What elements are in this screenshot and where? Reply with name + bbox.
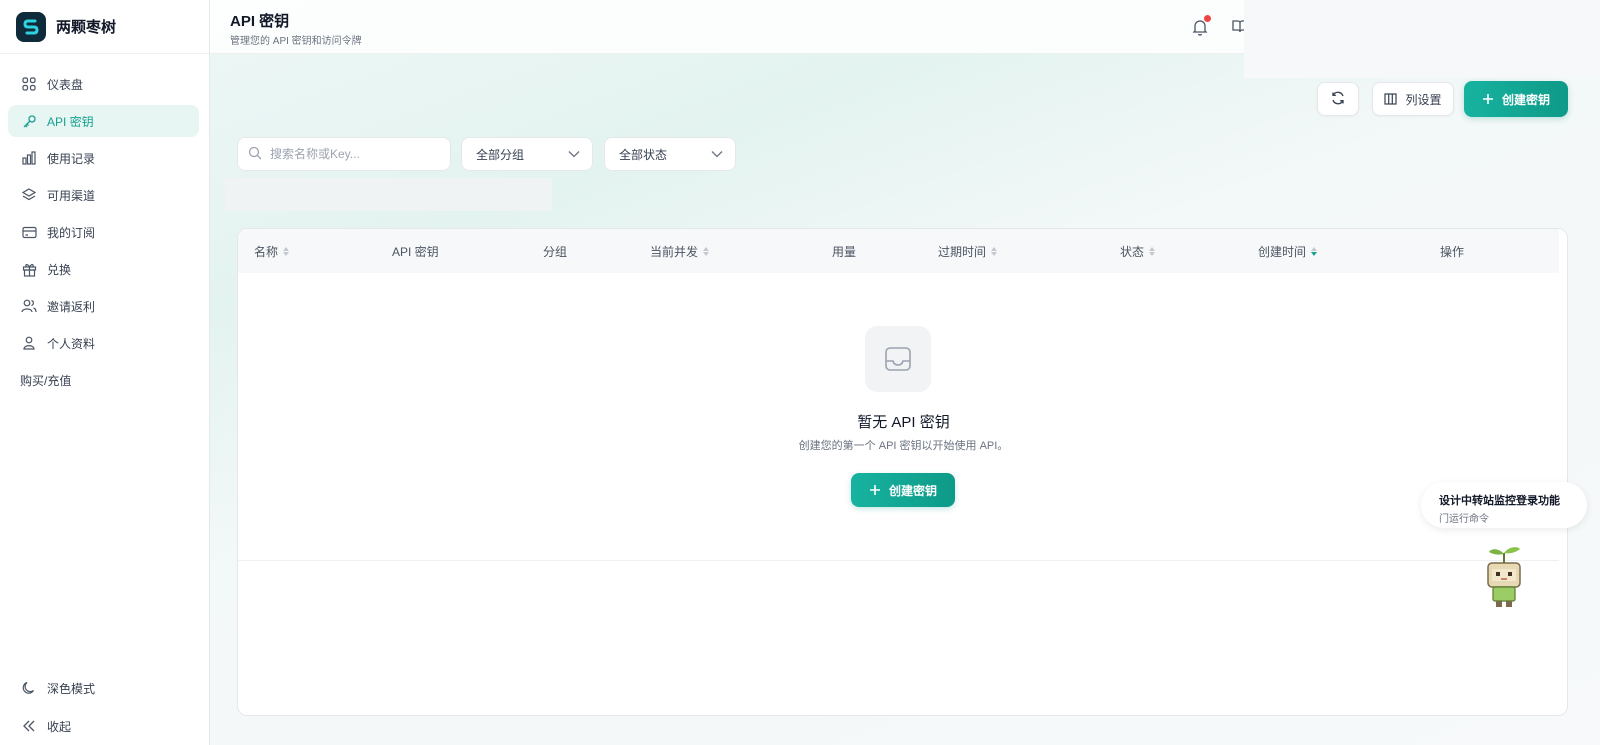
assistant-message-subtitle: 门运行命令 [1439, 514, 1489, 525]
sort-icon [703, 247, 710, 256]
sidebar: 两颗枣树 仪表盘 API 密钥 使用记录 可用渠道 我的订阅 兑换 邀请返利 个… [0, 0, 210, 745]
column-header-label: API 密钥 [392, 245, 439, 259]
column-header-label: 过期时间 [938, 245, 987, 259]
create-key-label: 创建密钥 [1501, 92, 1550, 107]
group-select[interactable]: 全部分组 [461, 137, 593, 171]
sidebar-item-label: 兑换 [47, 262, 72, 277]
sidebar-item-label: 仪表盘 [47, 77, 84, 92]
sort-icon [1149, 247, 1156, 256]
sidebar-item-label: 使用记录 [47, 151, 96, 166]
sidebar-item-usage[interactable]: 使用记录 [8, 142, 199, 174]
sidebar-item-redeem[interactable]: 兑换 [8, 253, 199, 285]
grid-icon [21, 76, 37, 92]
column-settings-button[interactable]: 列设置 [1372, 82, 1454, 116]
sidebar-item-api-keys[interactable]: API 密钥 [8, 105, 199, 137]
placeholder-bar [225, 178, 552, 211]
column-header-concurrency[interactable]: 当前并发 [650, 243, 710, 260]
dark-mode-toggle[interactable]: 深色模式 [0, 669, 209, 707]
column-header-label: 名称 [254, 245, 279, 259]
sidebar-item-channels[interactable]: 可用渠道 [8, 179, 199, 211]
column-header-label: 分组 [543, 245, 568, 259]
chevron-down-icon [711, 147, 723, 161]
status-select[interactable]: 全部状态 [604, 137, 736, 171]
sidebar-item-label: 购买/充值 [20, 373, 72, 388]
sidebar-nav: 仪表盘 API 密钥 使用记录 可用渠道 我的订阅 兑换 邀请返利 个人资料 购… [0, 54, 209, 396]
column-header-label: 创建时间 [1258, 245, 1307, 259]
column-settings-label: 列设置 [1405, 92, 1442, 107]
empty-inbox-icon [865, 326, 931, 392]
column-header-usage: 用量 [832, 243, 856, 260]
plus-icon [869, 484, 881, 496]
empty-state-title: 暂无 API 密钥 [857, 414, 950, 431]
assistant-bubble[interactable]: 设计中转站监控登录功能 门运行命令 [1421, 482, 1587, 528]
double-chevron-left-icon [21, 718, 37, 734]
column-header-status[interactable]: 状态 [1120, 243, 1156, 260]
sidebar-item-label: 个人资料 [47, 336, 96, 351]
group-select-value: 全部分组 [476, 147, 525, 162]
sidebar-item-profile[interactable]: 个人资料 [8, 327, 199, 359]
moon-icon [21, 680, 37, 696]
column-header-label: 当前并发 [650, 245, 699, 259]
column-header-name[interactable]: 名称 [254, 243, 290, 260]
column-header-group: 分组 [543, 243, 567, 260]
collapse-label: 收起 [47, 719, 72, 734]
search-icon [248, 146, 262, 163]
column-header-label: 操作 [1440, 245, 1465, 259]
search-field[interactable] [237, 137, 451, 171]
sidebar-item-label: 邀请返利 [47, 299, 96, 314]
users-icon [21, 298, 37, 314]
notification-dot [1204, 15, 1211, 22]
sidebar-item-label: API 密钥 [47, 114, 94, 129]
brand-logo-icon [16, 11, 46, 42]
mascot-sprout-icon[interactable] [1482, 543, 1526, 611]
sort-icon [283, 247, 290, 256]
gift-icon [21, 261, 37, 277]
empty-state-description: 创建您的第一个 API 密钥以开始使用 API。 [798, 440, 1009, 452]
user-icon [21, 335, 37, 351]
sidebar-item-label: 可用渠道 [47, 188, 96, 203]
column-header-created[interactable]: 创建时间 [1258, 243, 1318, 260]
empty-create-key-button[interactable]: 创建密钥 [851, 473, 955, 507]
collapse-sidebar-button[interactable]: 收起 [0, 707, 209, 745]
sort-icon [991, 247, 998, 256]
create-key-button[interactable]: 创建密钥 [1464, 81, 1568, 117]
refresh-button[interactable] [1317, 82, 1359, 116]
status-select-value: 全部状态 [619, 147, 668, 162]
column-header-actions: 操作 [1440, 243, 1464, 260]
column-header-label: 用量 [832, 245, 857, 259]
search-input[interactable] [270, 147, 440, 161]
api-keys-table: 名称 API 密钥 分组 当前并发 用量 过期时间 状态 创建时间 操作 暂无 … [237, 228, 1568, 716]
bar-chart-icon [21, 150, 37, 166]
column-header-expires[interactable]: 过期时间 [938, 243, 998, 260]
sidebar-item-subscriptions[interactable]: 我的订阅 [8, 216, 199, 248]
layers-icon [21, 187, 37, 203]
brand-name: 两颗枣树 [56, 19, 117, 36]
column-header-label: 状态 [1120, 245, 1145, 259]
page-subtitle: 管理您的 API 密钥和访问令牌 [230, 36, 362, 47]
column-header-api-key: API 密钥 [392, 243, 439, 260]
chevron-down-icon [568, 147, 580, 161]
table-header: 名称 API 密钥 分组 当前并发 用量 过期时间 状态 创建时间 操作 [238, 229, 1559, 273]
sidebar-item-dashboard[interactable]: 仪表盘 [8, 68, 199, 100]
refresh-icon [1330, 90, 1346, 109]
empty-create-key-label: 创建密钥 [888, 483, 937, 498]
columns-icon [1384, 93, 1398, 105]
card-icon [21, 224, 37, 240]
assistant-message-title: 设计中转站监控登录功能 [1439, 495, 1560, 507]
dark-mode-label: 深色模式 [47, 681, 96, 696]
main-content: API 密钥 管理您的 API 密钥和访问令牌 列设置 创建密钥 全部分组 [210, 0, 1600, 745]
sidebar-item-referral[interactable]: 邀请返利 [8, 290, 199, 322]
sidebar-footer: 深色模式 收起 [0, 669, 209, 745]
plus-icon [1482, 93, 1494, 105]
sidebar-item-label: 我的订阅 [47, 225, 96, 240]
page-title: API 密钥 [230, 13, 290, 30]
table-divider [238, 560, 1559, 561]
sort-icon-active [1311, 247, 1318, 256]
header-overlay-panel [1244, 0, 1600, 78]
sidebar-item-purchase[interactable]: 购买/充值 [8, 364, 199, 396]
key-icon [21, 113, 37, 129]
brand[interactable]: 两颗枣树 [0, 0, 209, 54]
